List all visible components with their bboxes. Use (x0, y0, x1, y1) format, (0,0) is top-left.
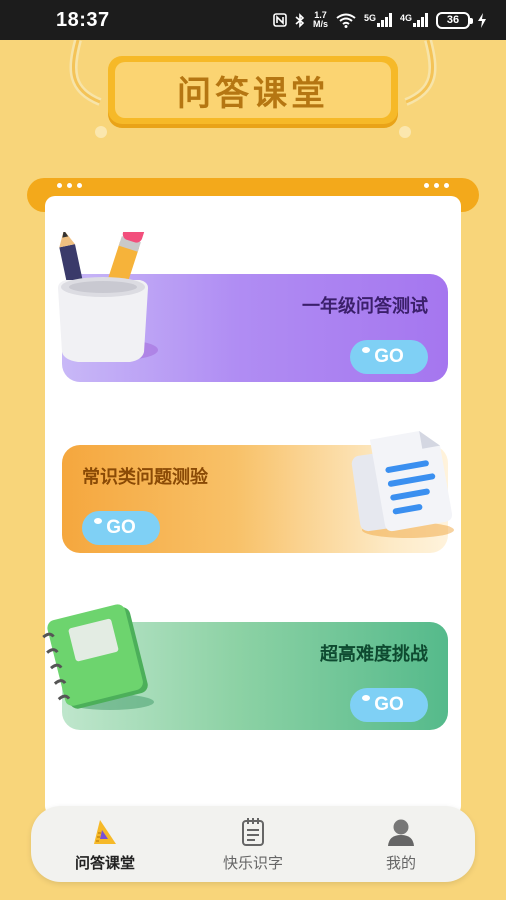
battery-level: 36 (446, 14, 460, 26)
status-icons: 1.7 M/s 5G 4G 36 (273, 11, 486, 29)
go-button-label: GO (374, 694, 404, 715)
tab-happy-literacy[interactable]: 快乐识字 (193, 816, 313, 873)
go-button[interactable]: GO (350, 340, 428, 374)
documents-icon (351, 431, 454, 538)
tab-qa-classroom[interactable]: 问答课堂 (45, 816, 165, 873)
network-speed: 1.7 M/s (313, 11, 328, 29)
network-5g-label: 5G (363, 13, 376, 23)
pencil-cup-icon (58, 232, 158, 362)
nfc-icon (273, 13, 287, 27)
status-bar: 18:37 1.7 M/s 5G 4G 36 (0, 0, 506, 40)
speed-unit: M/s (312, 19, 328, 29)
tab-label: 我的 (385, 853, 416, 872)
page-title: 问答课堂 (177, 73, 329, 114)
notebook-icon (42, 604, 154, 710)
notepad-icon (240, 816, 266, 848)
charging-icon (478, 12, 486, 28)
user-icon (387, 816, 415, 848)
card-title: 一年级问答测试 (302, 296, 428, 317)
wifi-icon (336, 13, 356, 28)
card-title: 超高难度挑战 (320, 644, 428, 665)
card-title: 常识类问题测验 (82, 467, 208, 488)
battery-icon: 36 (436, 11, 473, 29)
rail-dots-left (57, 183, 82, 188)
title-sign: 问答课堂 (108, 56, 398, 124)
bottom-tab-bar: 问答课堂 快乐识字 我的 (31, 806, 475, 882)
title-sign-inner: 问答课堂 (115, 62, 391, 118)
go-button[interactable]: GO (82, 511, 160, 545)
tab-mine[interactable]: 我的 (341, 816, 461, 873)
signal-4g-icon (413, 13, 428, 27)
tab-label: 问答课堂 (74, 853, 135, 872)
go-button[interactable]: GO (350, 688, 428, 722)
go-button-label: GO (106, 517, 136, 538)
signal-5g-icon (376, 13, 392, 27)
network-4g-label: 4G (399, 13, 412, 23)
ruler-triangle-icon (90, 816, 120, 848)
status-time: 18:37 (56, 8, 110, 31)
bluetooth-icon (295, 12, 305, 28)
rail-dots-right (424, 183, 449, 188)
go-button-label: GO (374, 346, 404, 367)
tab-label: 快乐识字 (222, 853, 283, 872)
